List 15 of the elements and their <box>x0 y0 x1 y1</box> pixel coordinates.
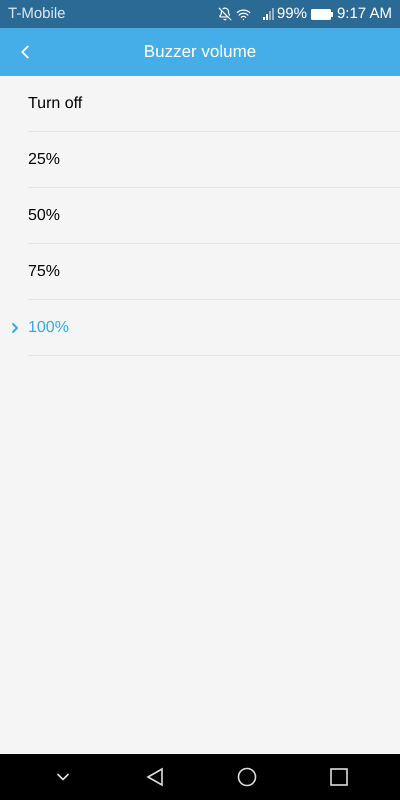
battery-icon <box>310 8 333 20</box>
signal-icon <box>262 8 275 20</box>
volume-option[interactable]: 50% <box>28 188 400 244</box>
clock-text: 9:17 AM <box>336 4 392 24</box>
screen-title: Buzzer volume <box>144 41 256 64</box>
mute-icon <box>218 7 232 21</box>
volume-option[interactable]: Turn off <box>28 76 400 132</box>
battery-percent: 99% <box>276 4 307 24</box>
wifi-icon <box>236 6 251 22</box>
recents-icon[interactable] <box>330 768 348 786</box>
home-icon[interactable] <box>236 767 256 787</box>
volume-option[interactable]: 25% <box>28 132 400 188</box>
back-icon[interactable] <box>146 767 164 787</box>
carrier-text: T-Mobile <box>8 4 66 24</box>
volume-option[interactable]: 75% <box>28 244 400 300</box>
